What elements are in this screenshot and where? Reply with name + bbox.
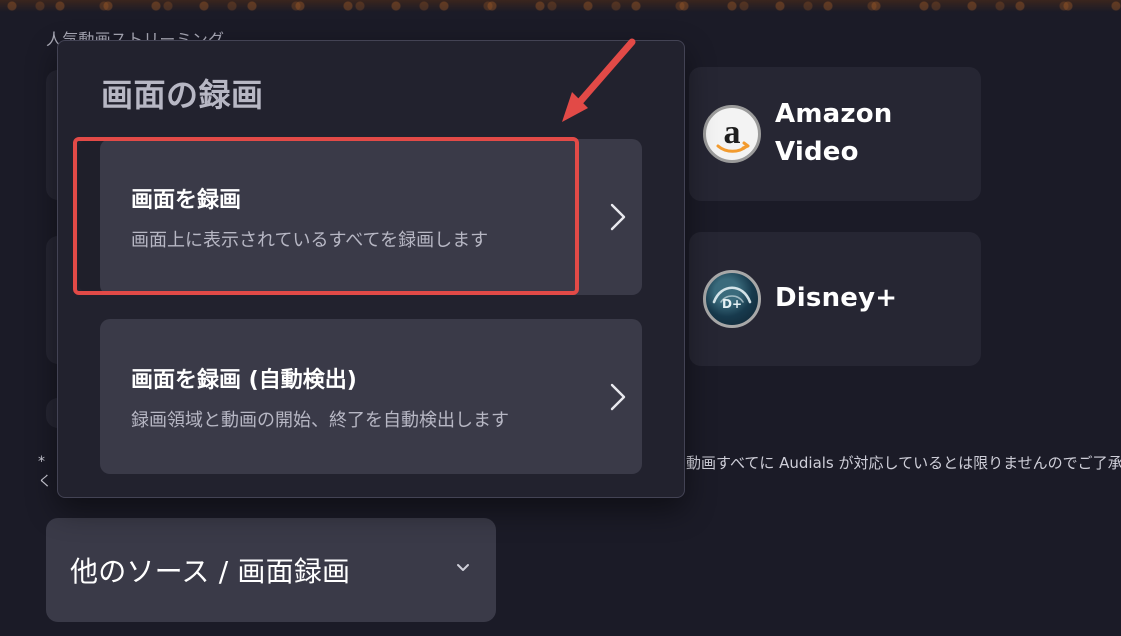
chevron-right-icon — [606, 377, 630, 417]
record-screen-auto-detect-option[interactable]: 画面を録画 (自動検出) 録画領域と動画の開始、終了を自動検出します — [100, 319, 642, 474]
screen-recording-modal: 画面の録画 画面を録画 画面上に表示されているすべてを録画します 画面を録画 (… — [57, 40, 685, 498]
service-name-amazon-video: Amazon Video — [775, 99, 893, 167]
svg-text:D+: D+ — [722, 297, 742, 311]
record-screen-auto-detect-option-description: 録画領域と動画の開始、終了を自動検出します — [131, 410, 509, 431]
modal-title: 画面の録画 — [101, 76, 264, 114]
footnote-left: * く — [38, 452, 52, 493]
footnote-line-2-prefix: く — [38, 474, 52, 491]
svg-text:a: a — [724, 114, 741, 151]
record-screen-option-title: 画面を録画 — [131, 188, 242, 213]
footnote-right: 動画すべてに Audials が対応しているとは限りませんのでご了承 — [686, 454, 1121, 472]
record-screen-auto-detect-option-title: 画面を録画 (自動検出) — [131, 368, 357, 393]
service-name-disney-plus: Disney+ — [775, 283, 898, 314]
record-screen-option-description: 画面上に表示されているすべてを録画します — [131, 230, 489, 251]
other-sources-dropdown-label: 他のソース / 画面録画 — [70, 555, 351, 588]
other-sources-screen-recording-dropdown[interactable]: 他のソース / 画面録画 — [46, 518, 496, 622]
chevron-down-icon — [454, 559, 472, 581]
amazon-logo-icon: a — [703, 105, 761, 163]
footnote-asterisk: * — [38, 454, 45, 470]
top-banner-strip — [0, 0, 1121, 12]
service-card-disney-plus[interactable]: D+ Disney+ — [689, 232, 981, 366]
chevron-right-icon — [606, 197, 630, 237]
highlight-left-shade — [78, 140, 100, 292]
service-card-amazon-video[interactable]: a Amazon Video — [689, 67, 981, 201]
disney-plus-logo-icon: D+ — [703, 270, 761, 328]
record-screen-option[interactable]: 画面を録画 画面上に表示されているすべてを録画します — [100, 139, 642, 295]
